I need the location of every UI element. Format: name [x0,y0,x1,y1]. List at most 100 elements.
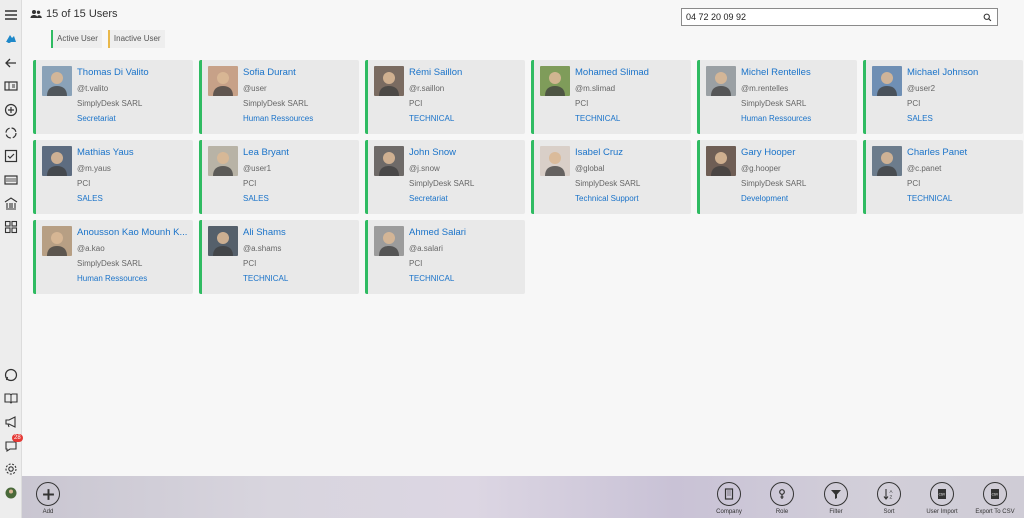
user-department-link[interactable]: Human Ressources [77,274,147,283]
user-login: @t.valito [77,84,109,93]
filter-label: Filter [829,509,843,515]
user-name-link[interactable]: Mathias Yaus [77,147,189,158]
filter-button[interactable]: Filter [816,482,856,515]
menu-icon[interactable] [3,7,19,23]
user-name-link[interactable]: Gary Hooper [741,147,853,158]
export-csv-button[interactable]: CSV Export To CSV [975,482,1015,515]
assets-icon[interactable] [3,172,19,188]
company-button[interactable]: Company [709,482,749,515]
whatsapp-icon[interactable] [3,367,19,383]
users-count-text: 15 of 15 Users [46,8,118,20]
tasks-icon[interactable] [3,148,19,164]
user-department-link[interactable]: Secretariat [77,114,116,123]
user-department-link[interactable]: TECHNICAL [409,274,454,283]
user-avatar-icon[interactable] [3,485,19,501]
sync-icon[interactable] [3,125,19,141]
user-name-link[interactable]: Ali Shams [243,227,355,238]
back-icon[interactable] [3,55,19,71]
user-card[interactable]: Isabel Cruz @global SimplyDesk SARL Technic… [531,140,691,214]
user-company: SimplyDesk SARL [741,99,807,108]
user-name-link[interactable]: Michel Rentelles [741,67,853,78]
user-department-link[interactable]: Secretariat [409,194,448,203]
user-card[interactable]: Ali Shams @a.shams PCI TECHNICAL [199,220,359,294]
avatar [208,226,238,256]
user-card[interactable]: Mathias Yaus @m.yaus PCI SALES [33,140,193,214]
user-card[interactable]: Lea Bryant @user1 PCI SALES [199,140,359,214]
add-circle-icon[interactable] [3,102,19,118]
user-name-link[interactable]: Ahmed Salari [409,227,521,238]
user-card[interactable]: Sofia Durant @user SimplyDesk SARL Human Re… [199,60,359,134]
user-name-link[interactable]: John Snow [409,147,521,158]
user-company: PCI [77,179,91,188]
avatar [42,66,72,96]
search-icon[interactable] [980,10,994,24]
tickets-icon[interactable] [3,78,19,94]
user-name-link[interactable]: Isabel Cruz [575,147,687,158]
user-card[interactable]: Charles Panet @c.panet PCI TECHNICAL [863,140,1023,214]
user-card[interactable]: Michael Johnson @user2 PCI SALES [863,60,1023,134]
user-login: @j.snow [409,164,440,173]
csv-export-icon: CSV [983,482,1007,506]
company-label: Company [716,509,742,515]
user-department-link[interactable]: TECHNICAL [409,114,454,123]
user-department-link[interactable]: Development [741,194,788,203]
user-import-button[interactable]: CSV User Import [922,482,962,515]
user-name-link[interactable]: Michael Johnson [907,67,1019,78]
user-login: @global [575,164,605,173]
sort-button[interactable]: AZ Sort [869,482,909,515]
avatar [42,226,72,256]
logo-icon[interactable] [3,31,19,47]
role-label: Role [775,509,789,515]
dashboard-icon[interactable] [3,219,19,235]
user-name-link[interactable]: Sofia Durant [243,67,355,78]
legend-active-user[interactable]: Active User [51,30,102,48]
user-company: PCI [243,259,257,268]
user-company: PCI [907,99,921,108]
role-button[interactable]: Role [762,482,802,515]
user-department-link[interactable]: SALES [907,114,933,123]
user-department-link[interactable]: Technical Support [575,194,639,203]
user-card[interactable]: Anousson Kao Mounh K... @a.kao SimplyDesk … [33,220,193,294]
user-name-link[interactable]: Lea Bryant [243,147,355,158]
user-card[interactable]: Ahmed Salari @a.salari PCI TECHNICAL [365,220,525,294]
user-name-link[interactable]: Rémi Saillon [409,67,521,78]
legend-inactive-user[interactable]: Inactive User [107,30,165,48]
settings-icon[interactable] [3,461,19,477]
user-department-link[interactable]: Human Ressources [243,114,313,123]
avatar [208,146,238,176]
knowledge-book-icon[interactable] [3,390,19,406]
user-card[interactable]: Michel Rentelles @m.rentelles SimplyDesk S… [697,60,857,134]
users-icon [30,10,42,18]
add-button[interactable]: Add [28,482,68,515]
user-name-link[interactable]: Charles Panet [907,147,1019,158]
user-department-link[interactable]: SALES [77,194,103,203]
avatar [706,66,736,96]
building-icon[interactable] [3,196,19,212]
search-box[interactable] [681,8,998,26]
announcement-icon[interactable] [3,414,19,430]
bottom-toolbar: Add Company Role Filter AZ Sort CSV User… [22,476,1024,518]
user-card[interactable]: Thomas Di Valito @t.valito SimplyDesk SARL… [33,60,193,134]
user-company: SimplyDesk SARL [409,179,475,188]
user-department-link[interactable]: TECHNICAL [575,114,620,123]
chat-icon[interactable]: 28 [3,434,23,454]
user-card[interactable]: John Snow @j.snow SimplyDesk SARL Secretari… [365,140,525,214]
avatar [872,146,902,176]
user-card[interactable]: Rémi Saillon @r.saillon PCI TECHNICAL [365,60,525,134]
user-card[interactable]: Mohamed Slimad @m.slimad PCI TECHNICAL [531,60,691,134]
csv-import-icon: CSV [930,482,954,506]
user-department-link[interactable]: TECHNICAL [907,194,952,203]
role-icon [770,482,794,506]
user-import-label: User Import [926,509,958,515]
user-company: PCI [409,99,423,108]
user-card[interactable]: Gary Hooper @g.hooper SimplyDesk SARL Devel… [697,140,857,214]
search-input[interactable] [682,12,980,22]
user-department-link[interactable]: Human Ressources [741,114,811,123]
user-name-link[interactable]: Mohamed Slimad [575,67,687,78]
user-department-link[interactable]: TECHNICAL [243,274,288,283]
user-name-link[interactable]: Anousson Kao Mounh K... [77,227,189,238]
user-department-link[interactable]: SALES [243,194,269,203]
user-cards-grid: Thomas Di Valito @t.valito SimplyDesk SARL… [33,60,1023,294]
user-company: SimplyDesk SARL [575,179,641,188]
user-name-link[interactable]: Thomas Di Valito [77,67,189,78]
